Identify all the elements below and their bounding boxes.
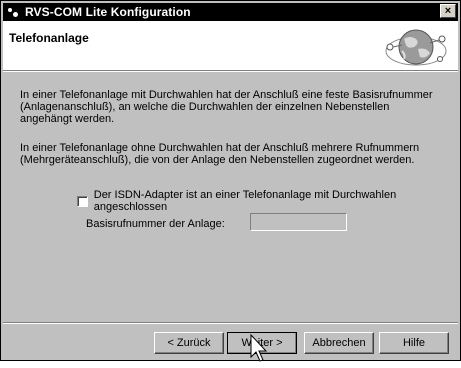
title-bar[interactable]: RVS-COM Lite Konfiguration × bbox=[3, 3, 458, 21]
window-title: RVS-COM Lite Konfiguration bbox=[25, 5, 191, 19]
back-button[interactable]: < Zurück bbox=[154, 332, 224, 354]
page-title: Telefonanlage bbox=[9, 31, 89, 45]
close-button[interactable]: × bbox=[440, 4, 456, 18]
mouse-pointer-icon bbox=[245, 333, 273, 363]
footer-divider bbox=[3, 322, 458, 324]
ddi-checkbox-label[interactable]: Der ISDN-Adapter ist an einer Telefonanl… bbox=[94, 189, 461, 213]
basis-number-label: Basisrufnummer der Anlage: bbox=[86, 218, 225, 230]
content-panel: In einer Telefonanlage mit Durchwahlen h… bbox=[1, 72, 461, 322]
basis-number-field[interactable] bbox=[250, 213, 347, 231]
wizard-header: Telefonanlage bbox=[3, 21, 458, 70]
app-icon[interactable] bbox=[7, 6, 19, 18]
config-dialog: RVS-COM Lite Konfiguration × Telefonanla… bbox=[0, 0, 461, 363]
ddi-checkbox-row[interactable]: Der ISDN-Adapter ist an einer Telefonanl… bbox=[77, 189, 461, 213]
cancel-button[interactable]: Abbrechen bbox=[304, 332, 374, 354]
help-button[interactable]: Hilfe bbox=[379, 332, 449, 354]
ddi-checkbox[interactable] bbox=[77, 195, 88, 207]
info-paragraph-2: In einer Telefonanlage ohne Durchwahlen … bbox=[20, 142, 420, 166]
info-paragraph-1: In einer Telefonanlage mit Durchwahlen h… bbox=[20, 89, 433, 125]
globe-network-icon bbox=[380, 25, 450, 69]
